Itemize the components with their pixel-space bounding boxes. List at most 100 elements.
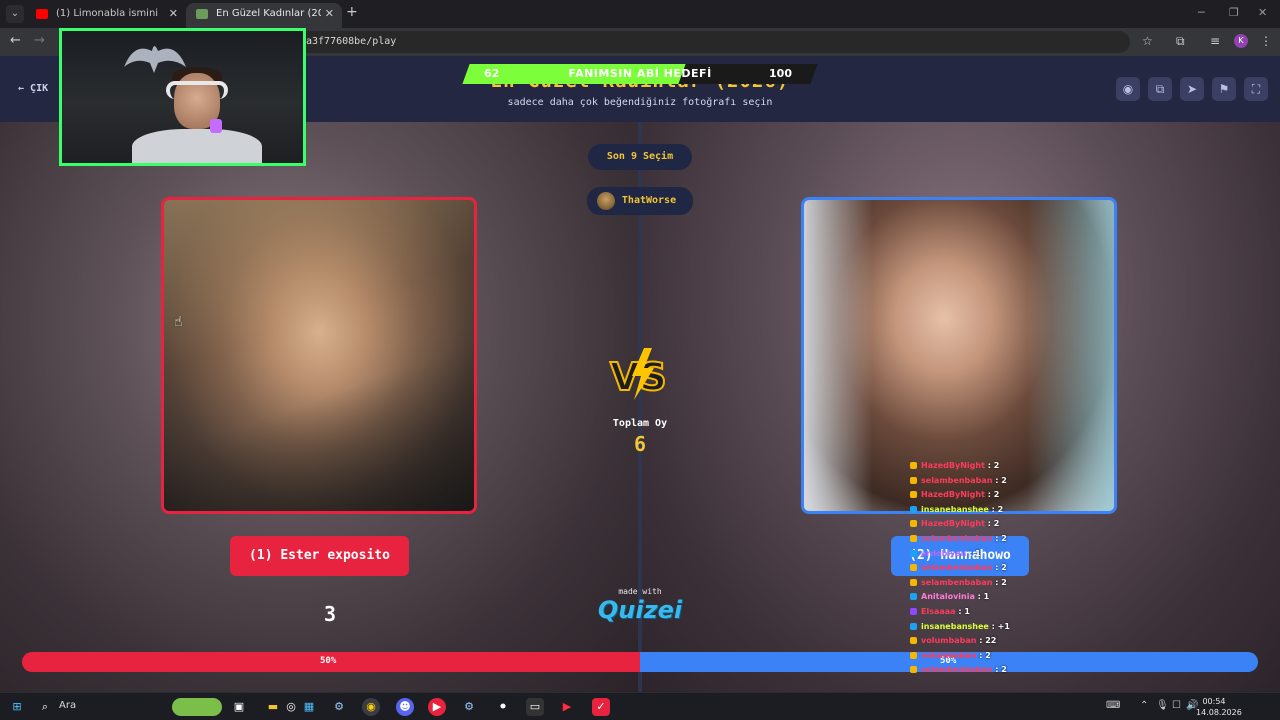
chat-value: 2 xyxy=(993,519,1000,529)
chat-value: 1 xyxy=(975,548,981,558)
eye-icon[interactable]: ◉ xyxy=(1116,77,1140,101)
youtube-favicon-icon xyxy=(36,9,48,19)
quiz-favicon-icon xyxy=(196,9,208,19)
chat-value: 2 xyxy=(1001,563,1007,573)
chat-badge-icon xyxy=(910,622,917,630)
steam-alt-icon[interactable]: ⚙ xyxy=(460,698,478,716)
chat-message: selambenbaban : 2 xyxy=(910,476,1110,491)
keyboard-icon[interactable]: ⌨ xyxy=(1106,700,1120,711)
chat-message: insanebanshee : +1 xyxy=(910,622,1110,637)
close-tab-icon[interactable]: ✕ xyxy=(169,3,178,25)
chat-badge-icon xyxy=(910,505,917,513)
app-icon[interactable]: ⚫ xyxy=(494,698,512,716)
chat-message: HazedByNight : 2 xyxy=(910,461,1110,476)
stream-chat-overlay: HazedByNight : 2 selambenbaban : 2 HazedBy… xyxy=(910,461,1110,680)
windows-start-icon[interactable]: ⊞ xyxy=(8,698,26,716)
chat-value: 1 xyxy=(964,606,970,616)
chat-message: selambenbaban : 2 xyxy=(910,665,1110,680)
left-choice-button[interactable]: (1) Ester exposito xyxy=(230,536,409,576)
search-label[interactable]: Ara xyxy=(59,700,76,711)
weather-widget-icon[interactable] xyxy=(172,698,222,716)
chat-value: 2 xyxy=(1001,533,1007,543)
chat-username: ardoblyan xyxy=(921,548,967,558)
task-view-icon[interactable]: ▣ xyxy=(230,698,248,716)
left-percent: 50% xyxy=(320,656,337,666)
obs-icon[interactable]: ◎ xyxy=(282,698,300,716)
new-tab-icon[interactable]: + xyxy=(346,4,358,20)
close-tab-icon[interactable]: ✕ xyxy=(325,3,334,25)
chat-message: Anitalovinia : 1 xyxy=(910,592,1110,607)
microphone-icon[interactable]: 🎙 xyxy=(1156,700,1169,711)
current-user-badge: ThatWorse xyxy=(587,187,693,215)
chat-badge-icon xyxy=(910,564,917,572)
chat-badge-icon xyxy=(910,637,917,645)
tab-youtube[interactable]: (1) Limonabla ismini açıkiyor p ✕ xyxy=(26,3,186,28)
chat-badge-icon xyxy=(910,666,917,674)
chat-badge-icon xyxy=(910,491,917,499)
network-icon[interactable]: ☐ xyxy=(1172,700,1181,711)
restore-icon[interactable]: ❐ xyxy=(1229,6,1239,19)
chat-badge-icon xyxy=(910,520,917,528)
store-icon[interactable]: ▦ xyxy=(300,698,318,716)
tab-strip: ⌄ (1) Limonabla ismini açıkiyor p ✕ En G… xyxy=(0,0,1280,28)
windows-taskbar: ⊞ ⌕ Ara ▣ ▬ ◎ ▦ ⚙ ◉ ☻ ▶ ⚙ ⚫ ▭ ▶ ✓ ⌨ ⌃ 🎙 … xyxy=(0,692,1280,720)
system-clock[interactable]: 00:54 14.08.2026 xyxy=(1196,696,1242,718)
youtube-icon[interactable]: ▶ xyxy=(558,698,576,716)
follower-goal-bar: 62 FANIMSIN ABİ HEDEFİ 100 xyxy=(462,64,818,84)
profile-avatar[interactable]: K xyxy=(1234,34,1248,48)
media-player-icon[interactable]: ▶ xyxy=(428,698,446,716)
forward-arrow-icon[interactable]: → xyxy=(34,33,45,48)
media-control-icon[interactable]: ≡ xyxy=(1210,34,1220,48)
chat-username: Elsaaaa xyxy=(921,606,956,616)
chat-value: 2 xyxy=(993,461,1000,470)
quiz-app-icon[interactable]: ✓ xyxy=(592,698,610,716)
back-arrow-icon[interactable]: ← xyxy=(10,33,21,48)
chat-username: HazedByNight xyxy=(921,519,985,529)
discord-icon[interactable]: ☻ xyxy=(396,698,414,716)
flag-icon[interactable]: ⚑ xyxy=(1212,77,1236,101)
chat-username: HazedByNight xyxy=(921,490,985,500)
versus-icon: VS xyxy=(609,348,668,400)
close-window-icon[interactable]: ✕ xyxy=(1258,6,1267,19)
chat-username: HazedByNight xyxy=(921,461,985,470)
total-votes-label: Toplam Oy xyxy=(612,418,668,429)
left-score: 3 xyxy=(323,602,337,626)
chat-value: 2 xyxy=(997,504,1004,514)
tab-search-chevron-icon[interactable]: ⌄ xyxy=(6,5,24,23)
chat-badge-icon xyxy=(910,462,917,469)
chat-username: insanebanshee xyxy=(921,621,989,631)
user-avatar xyxy=(597,192,615,210)
search-icon[interactable]: ⌕ xyxy=(36,698,54,716)
chat-username: selambenbaban xyxy=(921,665,993,675)
more-menu-icon[interactable]: ⋮ xyxy=(1260,34,1272,48)
chat-value: +1 xyxy=(997,621,1010,631)
chat-message: selambenbaban : 2 xyxy=(910,563,1110,578)
chat-value: 2 xyxy=(993,490,1000,500)
terminal-icon[interactable]: ▭ xyxy=(526,698,544,716)
chat-message: Elsaaaa : 1 xyxy=(910,607,1110,622)
chat-badge-icon xyxy=(910,593,917,601)
quizei-logo[interactable]: Quizei xyxy=(592,596,688,624)
file-explorer-icon[interactable]: ▬ xyxy=(264,698,282,716)
chat-badge-icon xyxy=(910,549,917,557)
chrome-icon[interactable]: ◉ xyxy=(362,698,380,716)
webcam-overlay xyxy=(59,28,306,166)
left-choice-photo[interactable] xyxy=(161,197,477,514)
chat-value: 1 xyxy=(983,592,990,602)
chat-username: selambenbaban xyxy=(921,475,993,485)
made-with-label: made with xyxy=(618,587,662,596)
bookmark-star-icon[interactable]: ☆ xyxy=(1142,34,1153,48)
chat-message: HazedByNight : 2 xyxy=(910,519,1110,534)
recent-choices-button[interactable]: Son 9 Seçim xyxy=(588,144,692,170)
copy-icon[interactable]: ⧉ xyxy=(1148,77,1172,101)
extensions-icon[interactable]: ⧉ xyxy=(1176,34,1185,49)
send-icon[interactable]: ➤ xyxy=(1180,77,1204,101)
chat-badge-icon xyxy=(910,476,917,484)
steam-icon[interactable]: ⚙ xyxy=(330,698,348,716)
tab-quiz[interactable]: En Güzel Kadınlar (2026) - Tier ✕ xyxy=(186,3,342,28)
chat-username: insanebanshee xyxy=(921,504,989,514)
tray-chevron-icon[interactable]: ⌃ xyxy=(1140,700,1148,711)
chat-username: Anitalovinia xyxy=(921,592,975,602)
minimize-icon[interactable]: ─ xyxy=(1198,6,1205,19)
fullscreen-icon[interactable]: ⛶ xyxy=(1244,77,1268,101)
